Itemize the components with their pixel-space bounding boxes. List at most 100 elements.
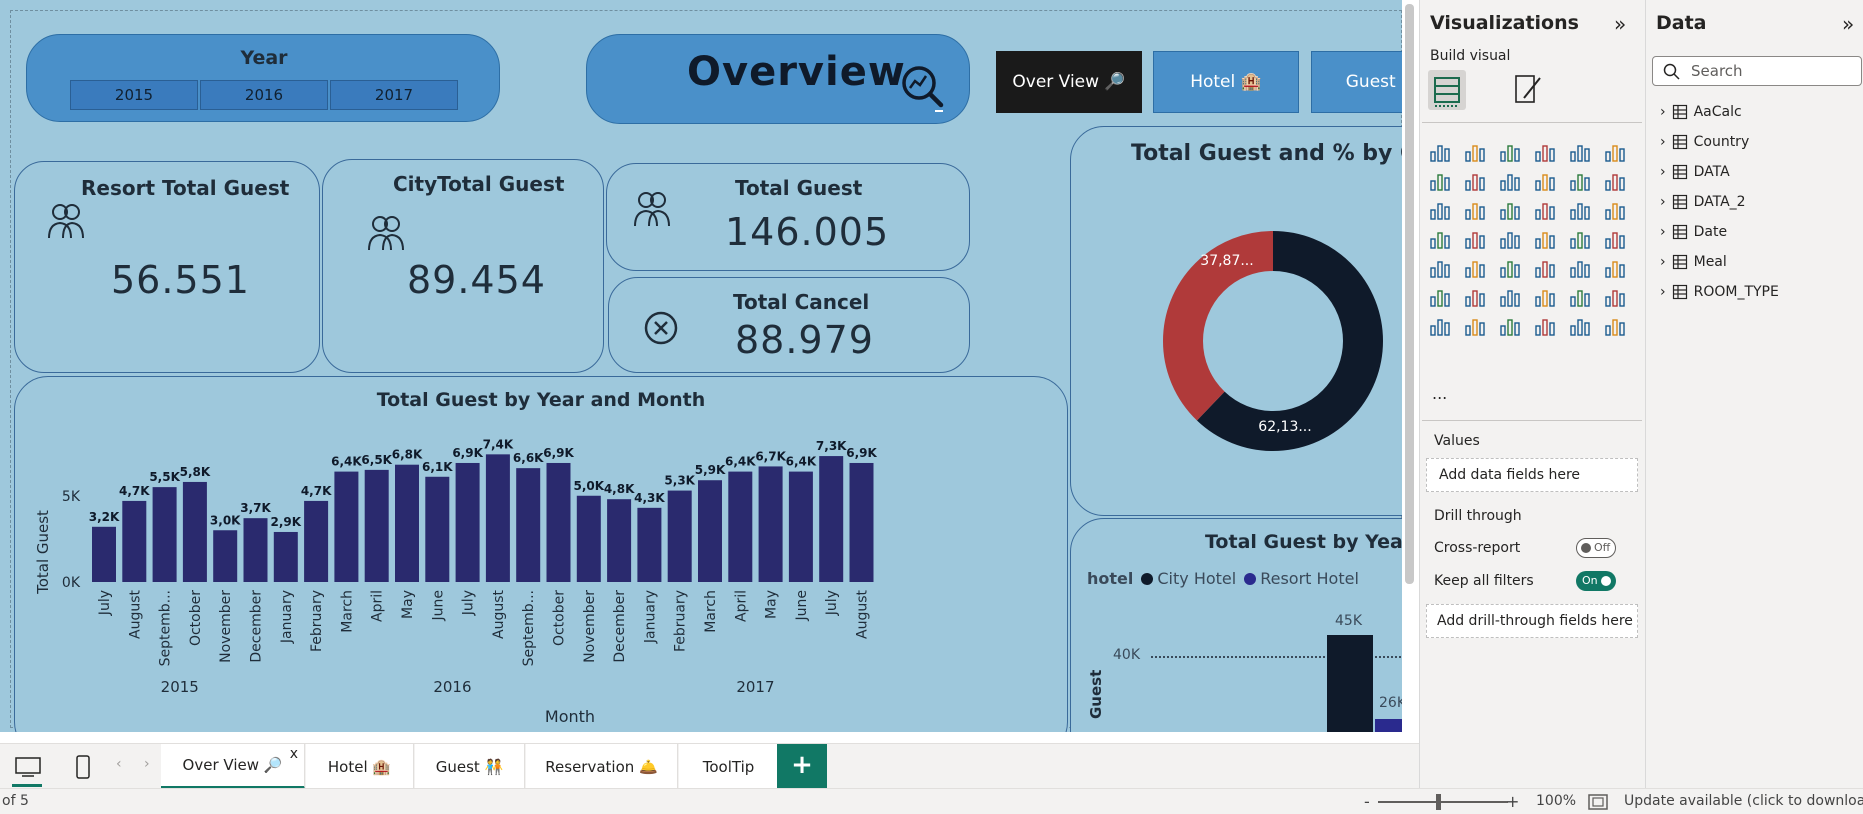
- card-visual-icon[interactable]: [1603, 227, 1629, 253]
- 100-bar-visual-icon[interactable]: [1568, 140, 1594, 166]
- add-drill-through-well[interactable]: Add drill-through fields here: [1426, 604, 1638, 638]
- chevron-right-icon[interactable]: ›: [1660, 254, 1666, 270]
- canvas-vertical-scrollbar[interactable]: [1405, 4, 1414, 584]
- nav-hotel-button[interactable]: Hotel 🏨: [1153, 51, 1299, 113]
- slicer-visual-icon[interactable]: [1498, 256, 1524, 282]
- chevron-right-icon[interactable]: ›: [1660, 284, 1666, 300]
- keep-filters-toggle[interactable]: On: [1576, 571, 1616, 591]
- chevron-right-icon[interactable]: ›: [1660, 224, 1666, 240]
- add-data-fields-well[interactable]: Add data fields here: [1426, 458, 1638, 492]
- scatter-visual-icon[interactable]: [1533, 198, 1559, 224]
- area-visual-icon[interactable]: [1463, 169, 1489, 195]
- stacked-column-visual-icon[interactable]: [1463, 140, 1489, 166]
- stacked-bar-visual-icon[interactable]: [1428, 140, 1454, 166]
- line-visual-icon[interactable]: [1428, 169, 1454, 195]
- gauge-visual-icon[interactable]: [1568, 227, 1594, 253]
- matrix-visual-icon[interactable]: [1568, 256, 1594, 282]
- next-page-icon[interactable]: ›: [144, 756, 150, 772]
- bar-data-label: 6,4K: [786, 455, 817, 469]
- zoom-in-button[interactable]: +: [1506, 792, 1519, 811]
- chevron-right-icon[interactable]: ›: [1660, 104, 1666, 120]
- smart-narrative-visual-icon[interactable]: [1568, 285, 1594, 311]
- add-page-button[interactable]: +: [777, 744, 827, 789]
- tab-guest[interactable]: Guest 🧑‍🤝‍🧑: [415, 744, 525, 789]
- chevron-right-icon[interactable]: ›: [1660, 134, 1666, 150]
- python-visual-icon[interactable]: [1428, 285, 1454, 311]
- data-table-item[interactable]: › Date: [1660, 220, 1727, 244]
- x-tick-label: October: [188, 590, 204, 646]
- collapse-pane-icon[interactable]: »: [1614, 12, 1626, 36]
- update-available-link[interactable]: Update available (click to download): [1624, 793, 1863, 809]
- decomp-tree-visual-icon[interactable]: [1498, 285, 1524, 311]
- data-table-item[interactable]: › Country: [1660, 130, 1749, 154]
- multi-card-visual-icon[interactable]: [1428, 256, 1454, 282]
- clustered-bar-visual-icon[interactable]: [1498, 140, 1524, 166]
- format-visual-tab[interactable]: [1510, 72, 1544, 108]
- collapse-pane-icon[interactable]: »: [1842, 12, 1854, 36]
- build-visual-tab[interactable]: [1428, 70, 1466, 110]
- more-visuals-icon[interactable]: ...: [1432, 384, 1447, 403]
- line-column-visual-icon[interactable]: [1603, 169, 1629, 195]
- paginated-visual-icon[interactable]: [1428, 314, 1454, 340]
- zoom-slider-track[interactable]: [1378, 801, 1508, 803]
- tab-tooltip[interactable]: ToolTip: [679, 744, 779, 789]
- power-apps-visual-icon[interactable]: [1463, 314, 1489, 340]
- bar-data-label: 6,9K: [543, 446, 574, 460]
- waterfall-visual-icon[interactable]: [1568, 169, 1594, 195]
- qna-visual-icon[interactable]: [1533, 285, 1559, 311]
- metrics-visual-icon[interactable]: [1603, 285, 1629, 311]
- more-apps-visual-icon[interactable]: [1603, 314, 1629, 340]
- donut-visual-icon[interactable]: [1603, 198, 1629, 224]
- tab-hotel[interactable]: Hotel 🏨: [306, 744, 414, 789]
- stacked-area-visual-icon[interactable]: [1498, 169, 1524, 195]
- funnel-visual-icon[interactable]: [1498, 198, 1524, 224]
- zoom-out-button[interactable]: -: [1364, 792, 1370, 811]
- 100-column-visual-icon[interactable]: [1603, 140, 1629, 166]
- table-build-icon: [1434, 77, 1460, 107]
- data-table-item[interactable]: › DATA_2: [1660, 190, 1746, 214]
- clustered-column-visual-icon[interactable]: [1533, 140, 1559, 166]
- fit-to-page-icon[interactable]: [1588, 794, 1608, 810]
- close-tab-icon[interactable]: x: [290, 746, 298, 762]
- data-table-item[interactable]: › Meal: [1660, 250, 1727, 274]
- map-visual-icon[interactable]: [1463, 227, 1489, 253]
- x-tick-label: July: [97, 590, 113, 616]
- azure-map-visual-icon[interactable]: [1533, 227, 1559, 253]
- table-visual-icon[interactable]: [1533, 256, 1559, 282]
- data-table-item[interactable]: › DATA: [1660, 160, 1730, 184]
- desktop-view-icon[interactable]: [14, 755, 42, 779]
- cross-report-toggle[interactable]: Off: [1576, 538, 1616, 558]
- data-table-item[interactable]: › AaCalc: [1660, 100, 1742, 124]
- bar-data-label: 6,5K: [361, 453, 392, 467]
- year-2017-button[interactable]: 2017: [330, 80, 458, 110]
- legend-city-dot: [1141, 572, 1154, 585]
- chevron-right-icon[interactable]: ›: [1660, 194, 1666, 210]
- power-automate-visual-icon[interactable]: [1498, 314, 1524, 340]
- shape-map-visual-icon[interactable]: [1533, 314, 1559, 340]
- mobile-view-icon[interactable]: [74, 754, 92, 780]
- ribbon-visual-icon[interactable]: [1533, 169, 1559, 195]
- bar-data-label: 6,6K: [513, 451, 544, 465]
- data-search-box[interactable]: Search: [1652, 56, 1862, 86]
- zoom-slider-thumb[interactable]: [1436, 794, 1441, 810]
- treemap-visual-icon[interactable]: [1428, 227, 1454, 253]
- combo-visual-icon[interactable]: [1463, 198, 1489, 224]
- year-2016-button[interactable]: 2016: [200, 80, 328, 110]
- prev-page-icon[interactable]: ‹: [116, 756, 122, 772]
- bar-data-label: 5,0K: [574, 479, 605, 493]
- chevron-right-icon[interactable]: ›: [1660, 164, 1666, 180]
- tab-reservation[interactable]: Reservation 🛎️: [526, 744, 678, 789]
- kpi-visual-icon[interactable]: [1463, 256, 1489, 282]
- key-influencers-visual-icon[interactable]: [1463, 285, 1489, 311]
- nav-overview-button[interactable]: Over View 🔎: [996, 51, 1142, 113]
- arcgis-visual-icon[interactable]: [1568, 314, 1594, 340]
- nav-guest-button[interactable]: Guest 🧑‍🤝‍🧑: [1311, 51, 1402, 113]
- line-stacked-visual-icon[interactable]: [1428, 198, 1454, 224]
- year-2015-button[interactable]: 2015: [70, 80, 198, 110]
- tab-overview[interactable]: Over View 🔎 x: [161, 744, 305, 789]
- filled-map-visual-icon[interactable]: [1498, 227, 1524, 253]
- data-table-item[interactable]: › ROOM_TYPE: [1660, 280, 1779, 304]
- donut-chart: 37,87... 62,13...: [1163, 231, 1383, 451]
- pie-visual-icon[interactable]: [1568, 198, 1594, 224]
- r-visual-visual-icon[interactable]: [1603, 256, 1629, 282]
